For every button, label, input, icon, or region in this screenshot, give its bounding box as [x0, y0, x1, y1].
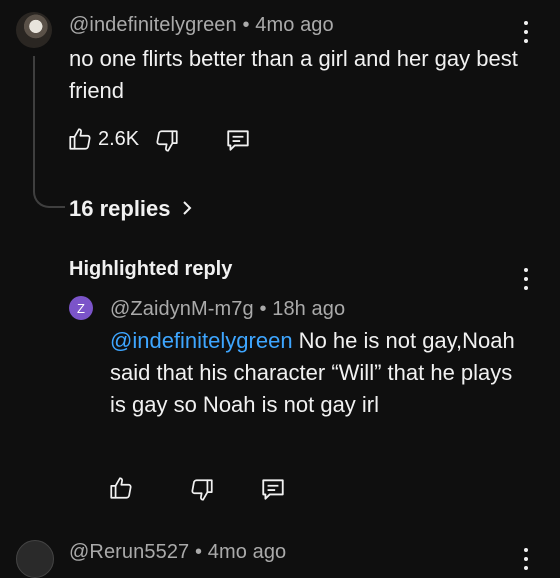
comment-text: no one flirts better than a girl and her… — [69, 46, 518, 103]
reply-button[interactable] — [260, 476, 286, 502]
reply-author[interactable]: @ZaidynM-m7g — [110, 298, 254, 320]
replies-toggle[interactable]: 16 replies — [69, 196, 195, 223]
mention-link[interactable]: @indefinitelygreen — [110, 328, 293, 353]
dislike-button[interactable] — [154, 128, 180, 154]
like-icon — [110, 477, 132, 499]
replies-label: 16 replies — [69, 196, 171, 221]
separator: • — [259, 298, 267, 320]
dislike-button[interactable] — [189, 477, 215, 503]
avatar[interactable] — [16, 12, 52, 48]
comment-time: 4mo ago — [255, 14, 334, 36]
comment-header: @Rerun5527 • 4mo ago — [69, 541, 286, 564]
dislike-icon — [191, 479, 213, 501]
reply-icon — [227, 130, 249, 151]
reply-text: @indefinitelygreen No he is not gay,Noah… — [110, 325, 520, 421]
comment-header: @indefinitelygreen • 4mo ago — [69, 14, 334, 37]
more-options-button[interactable] — [516, 21, 536, 43]
avatar[interactable] — [16, 540, 54, 578]
dislike-icon — [156, 130, 178, 152]
reply-icon — [262, 479, 284, 500]
more-options-button[interactable] — [516, 548, 536, 570]
like-button[interactable] — [108, 475, 134, 501]
like-button[interactable] — [67, 126, 93, 152]
like-count: 2.6K — [98, 128, 140, 150]
avatar-letter: Z — [77, 300, 85, 316]
like-icon — [69, 128, 91, 150]
reply-header: @ZaidynM-m7g • 18h ago — [110, 298, 345, 321]
reply-time: 18h ago — [272, 298, 346, 320]
reply-button[interactable] — [225, 127, 251, 153]
highlighted-reply-heading: Highlighted reply — [69, 258, 233, 280]
separator: • — [242, 14, 250, 36]
more-options-button[interactable] — [516, 268, 536, 290]
avatar[interactable]: Z — [69, 296, 93, 320]
comment-author[interactable]: @indefinitelygreen — [69, 14, 237, 36]
thread-line — [33, 56, 65, 208]
chevron-right-icon — [179, 197, 195, 223]
